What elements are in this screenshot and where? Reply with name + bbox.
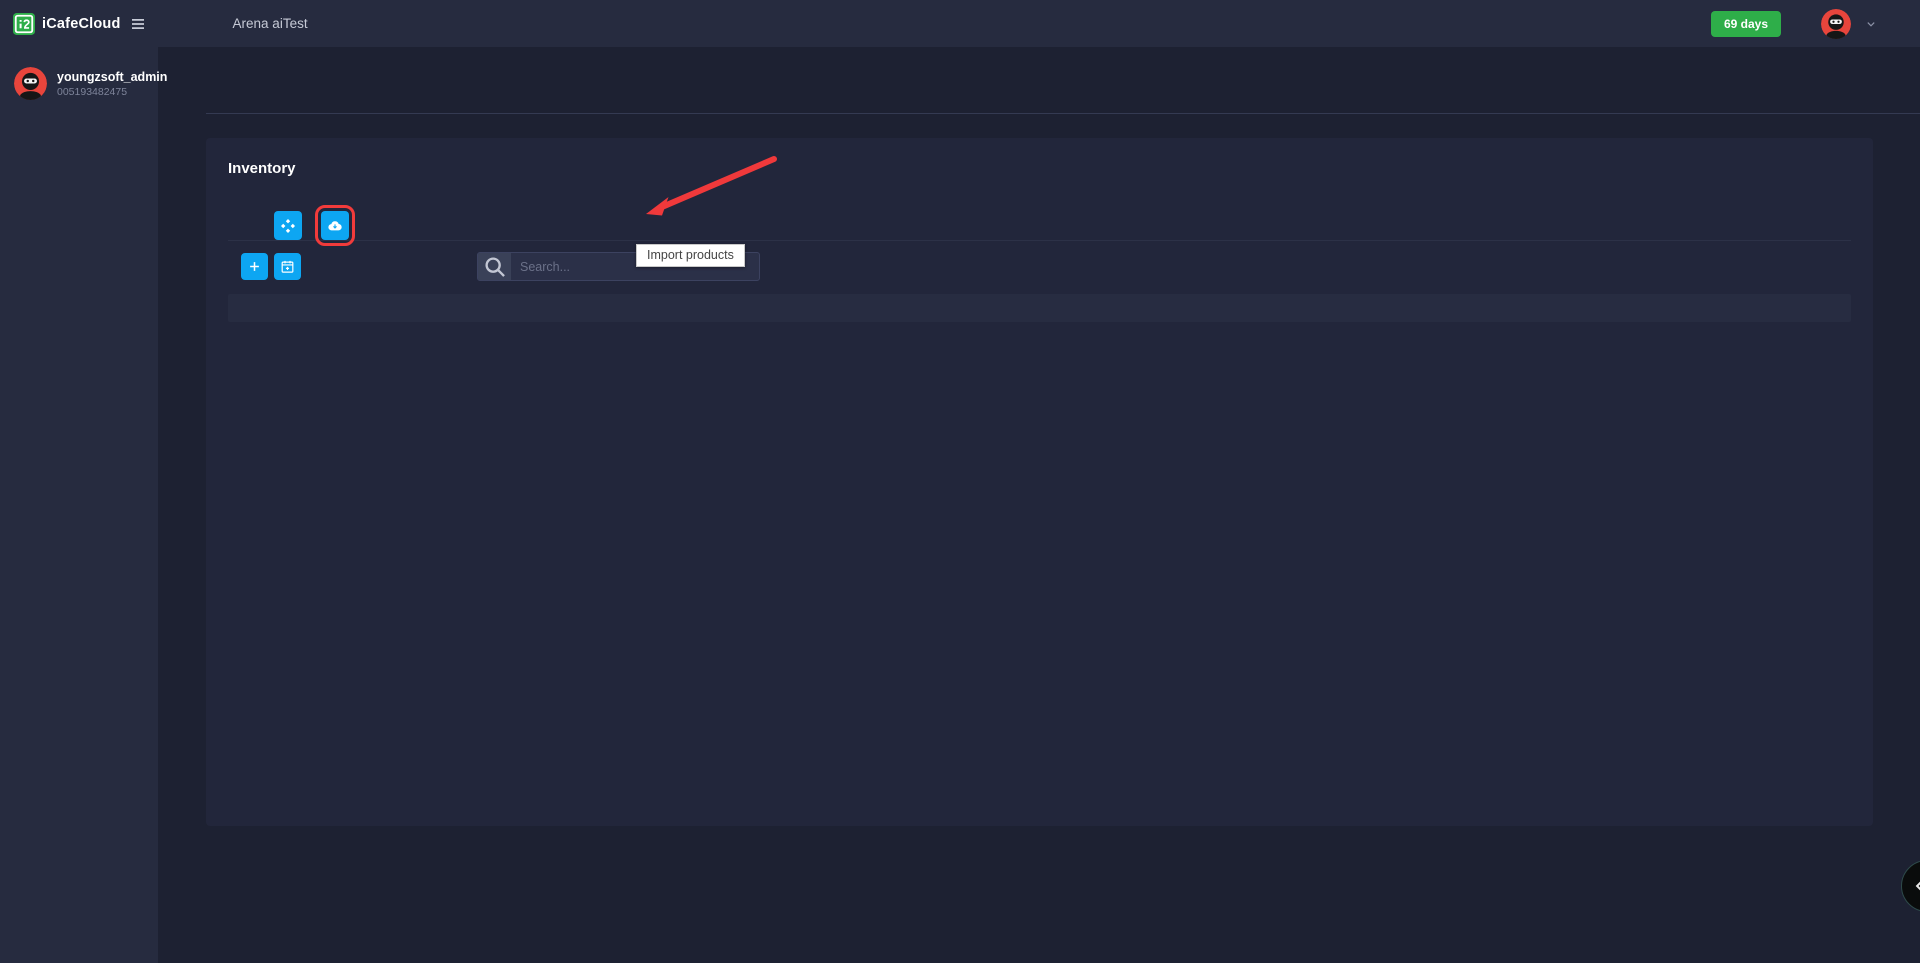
- filter-row: [228, 210, 1851, 241]
- calendar-plus-icon: [280, 259, 295, 274]
- cloud-download-icon: [327, 218, 343, 234]
- avatar[interactable]: [14, 67, 47, 100]
- brand-name: iCafeCloud: [42, 16, 121, 32]
- user-id: 005193482475: [57, 86, 167, 98]
- plus-icon: [247, 259, 262, 274]
- page-title: Arena aiTest: [233, 16, 308, 31]
- top-header: iCafeCloud Arena aiTest 69 days: [0, 0, 1920, 47]
- icafecloud-logo-icon: [13, 13, 35, 35]
- import-products-button[interactable]: [321, 211, 349, 240]
- license-days-badge[interactable]: 69 days: [1711, 11, 1781, 37]
- chevron-down-icon[interactable]: [1864, 17, 1878, 31]
- toolbar-row: [228, 252, 1851, 281]
- chevron-left-icon: [1910, 876, 1920, 896]
- diamond-grid-icon: [280, 218, 296, 234]
- main-content: Inventory: [158, 47, 1920, 963]
- sidebar-user-block: youngzsoft_admin 005193482475: [0, 47, 158, 114]
- add-product-button[interactable]: [241, 253, 268, 280]
- username: youngzsoft_admin: [57, 70, 167, 84]
- user-avatar[interactable]: [1821, 9, 1851, 39]
- merge-groups-button[interactable]: [274, 211, 302, 240]
- hamburger-menu-icon[interactable]: [129, 15, 147, 33]
- inventory-title: Inventory: [228, 138, 1851, 177]
- settings-tabstrip: [206, 77, 1920, 114]
- search-icon: [478, 253, 511, 280]
- sidebar: youngzsoft_admin 005193482475: [0, 47, 158, 963]
- header-right: 69 days: [1711, 9, 1920, 39]
- inventory-card: Inventory: [206, 138, 1873, 826]
- import-products-tooltip: Import products: [636, 244, 745, 267]
- calendar-button[interactable]: [274, 253, 301, 280]
- inventory-table: [228, 294, 1851, 322]
- table-header-row: [228, 294, 1851, 322]
- brand: iCafeCloud: [0, 13, 121, 35]
